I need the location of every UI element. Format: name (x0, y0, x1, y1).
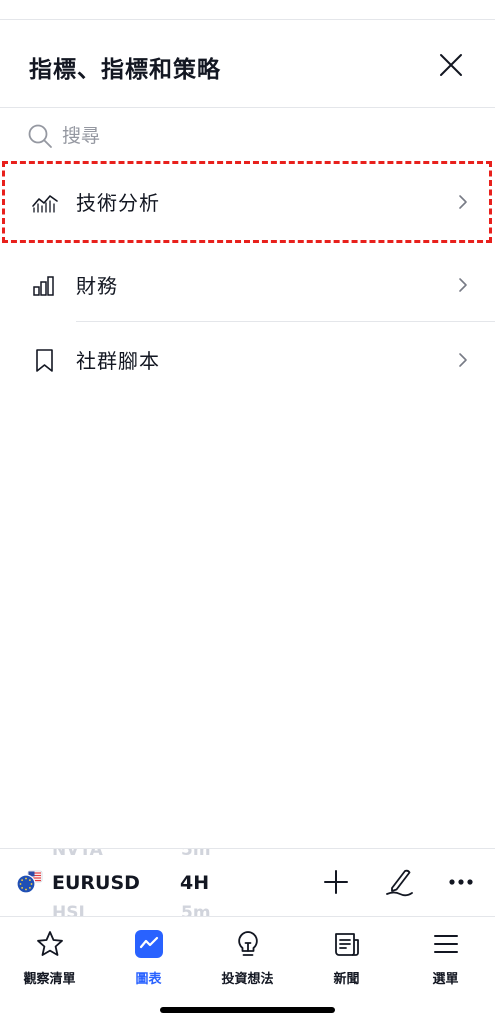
lightbulb-icon (238, 931, 258, 956)
search-input[interactable] (62, 119, 442, 153)
previous-interval: 5m (181, 848, 211, 860)
tab-label: 選單 (432, 972, 459, 987)
bookmark-icon (36, 349, 53, 372)
menu-item-technical-analysis[interactable]: 技術分析 (0, 165, 495, 239)
tab-chart[interactable]: 圖表 (99, 925, 198, 991)
news-icon (335, 933, 359, 956)
interval-selector[interactable]: 4H (180, 872, 209, 894)
menu-divider (76, 321, 495, 322)
previous-symbol[interactable]: NVTA (52, 849, 103, 860)
close-icon (440, 54, 462, 76)
dialog-header: 指標、指標和策略 (0, 20, 495, 108)
star-icon (37, 931, 63, 956)
tab-menu[interactable]: 選單 (396, 925, 495, 991)
tab-label: 新聞 (333, 972, 360, 987)
menu-icon (434, 935, 458, 953)
plus-icon (324, 870, 348, 894)
more-button[interactable] (446, 867, 476, 897)
eurusd-flag-icon (16, 870, 43, 894)
chevron-right-icon (459, 195, 467, 209)
next-interval: 5m (181, 903, 211, 916)
chart-icon (135, 930, 163, 958)
menu-item-label: 技術分析 (76, 191, 160, 215)
more-horizontal-icon (449, 879, 473, 885)
symbol-name[interactable]: EURUSD (52, 872, 140, 894)
menu-item-community-scripts[interactable]: 社群腳本 (0, 323, 495, 397)
menu-item-label: 財務 (76, 274, 118, 298)
menu-item-label: 社群腳本 (76, 349, 160, 373)
bottom-tab-bar: 觀察清單 圖表 投資想法 新聞 選單 (0, 916, 495, 1024)
search-icon (28, 124, 52, 148)
next-symbol[interactable]: HSI (52, 903, 85, 916)
tab-label: 圖表 (135, 972, 162, 987)
tab-news[interactable]: 新聞 (297, 925, 396, 991)
symbol-bar: NVTA 5m EURUSD 4H HSI 5m (0, 848, 495, 916)
search-bar (0, 109, 495, 161)
menu-item-financials[interactable]: 財務 (0, 248, 495, 322)
tab-ideas[interactable]: 投資想法 (198, 925, 297, 991)
pen-icon (386, 869, 413, 897)
tab-label: 觀察清單 (23, 972, 76, 987)
bar-chart-icon (33, 276, 54, 296)
home-indicator (160, 1007, 335, 1013)
tab-label: 投資想法 (221, 972, 274, 987)
chevron-right-icon (459, 353, 467, 367)
dialog-title: 指標、指標和策略 (29, 57, 221, 83)
tab-watchlist[interactable]: 觀察清單 (0, 925, 99, 991)
chart-area-icon (32, 195, 58, 213)
close-button[interactable] (437, 51, 465, 79)
drawing-tools-button[interactable] (384, 867, 414, 897)
chevron-right-icon (459, 278, 467, 292)
add-button[interactable] (321, 867, 351, 897)
